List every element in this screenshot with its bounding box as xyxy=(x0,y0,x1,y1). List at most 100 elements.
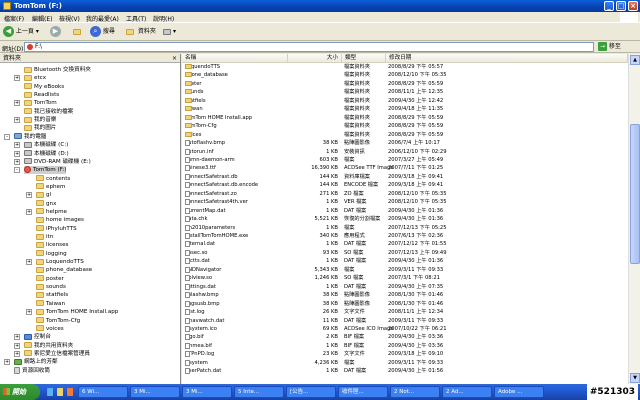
taskbar-button[interactable]: 6 Wi... xyxy=(78,386,128,398)
taskbar-button[interactable]: 收件匣... xyxy=(338,386,388,398)
expand-icon[interactable]: + xyxy=(14,100,20,107)
tree-item[interactable]: + TomTom xyxy=(14,99,57,107)
file-row[interactable]: ttsystem.ico 69 KB ACDSee ICO Image 2007/10… xyxy=(182,325,628,334)
file-row[interactable]: mctts.dat 1 KB DAT 檔案 2009/4/30 上午 01:36 xyxy=(182,258,628,266)
vertical-scrollbar[interactable]: ▲ ▼ xyxy=(628,54,640,384)
file-row[interactable]: pplview.so 1,246 KB SO 檔案 2007/3/1 下午 08:21 xyxy=(182,275,628,283)
minimize-button[interactable]: _ xyxy=(604,1,614,11)
quicklaunch-media[interactable] xyxy=(64,386,73,398)
menu-help[interactable]: 說明(H) xyxy=(153,14,174,23)
expand-icon[interactable]: + xyxy=(14,150,20,157)
close-button[interactable]: × xyxy=(628,1,638,11)
file-row[interactable]: TomTom-Cfg 檔案資料夾 2008/8/29 下午 05:59 xyxy=(182,123,628,131)
menu-file[interactable]: 檔案(F) xyxy=(4,14,24,23)
taskbar-button[interactable]: 2 Ad... xyxy=(442,386,492,398)
tree-item[interactable]: poster xyxy=(36,275,64,283)
column-name[interactable]: 名稱 xyxy=(182,54,288,63)
tree-item[interactable]: + LoquendoTTS xyxy=(26,258,84,266)
file-row[interactable]: TomTom HOME Install.app 檔案資料夾 2008/8/29 下午… xyxy=(182,114,628,123)
file-row[interactable]: ttnavwatch.dat 11 KB DAT 檔案 2009/3/11 下午 09… xyxy=(182,317,628,326)
back-button[interactable]: ◀ 上一頁 ▾ xyxy=(3,26,39,38)
taskbar-button[interactable]: 3 Mi... xyxy=(182,386,232,398)
tree-item[interactable]: 資源回收筒 xyxy=(14,366,50,375)
file-row[interactable]: connectSafetrast.zo 271 KB ZO 檔案 2008/12/10… xyxy=(182,190,628,199)
scroll-up-icon[interactable]: ▲ xyxy=(630,55,640,65)
file-row[interactable]: autorun.inf 1 KB 安裝資訊 2006/12/10 下午 02:29 xyxy=(182,148,628,157)
tree-item[interactable]: + 本機磁碟 (D:) xyxy=(14,150,69,158)
tree-item[interactable]: + 控制台 xyxy=(14,333,51,341)
go-button[interactable]: → 移至 xyxy=(598,42,621,52)
tree-item[interactable]: + 網路上的芳鄰 xyxy=(4,358,58,366)
tree-item[interactable]: My eBooks xyxy=(24,83,64,91)
file-row[interactable]: connectSafetrast4th.ver 1 KB VER 檔案 2008/12… xyxy=(182,199,628,207)
expand-icon[interactable]: + xyxy=(26,309,32,316)
forward-button[interactable]: ▶ xyxy=(50,26,61,38)
menu-view[interactable]: 檢視(V) xyxy=(59,14,80,23)
file-row[interactable]: autoflashv.bmp 38 KB 點陣圖影像 2006/7/4 上午 10:1… xyxy=(182,140,628,148)
scroll-thumb[interactable] xyxy=(630,124,640,264)
column-modified[interactable]: 修改日期 xyxy=(386,54,628,63)
column-type[interactable]: 類型 xyxy=(342,54,386,63)
folders-button[interactable]: 資料夾 xyxy=(126,26,156,38)
tree-item[interactable]: iPhyluhTTS xyxy=(36,225,77,233)
tree-item[interactable]: logging xyxy=(36,250,67,258)
tree-item[interactable]: + 我的共用資料夾 xyxy=(14,342,73,350)
file-row[interactable]: sugsusb.bmp 38 KB 點陣圖影像 2008/1/30 下午 01:46 xyxy=(182,300,628,309)
file-row[interactable]: LoquendoTTS 檔案資料夾 2008/8/29 下午 05:57 xyxy=(182,64,628,72)
menu-favorites[interactable]: 我的最愛(A) xyxy=(86,14,119,23)
file-row[interactable]: voices 檔案資料夾 2008/8/29 下午 05:59 xyxy=(182,131,628,140)
address-input[interactable]: F:\ xyxy=(24,42,594,52)
expand-icon[interactable]: + xyxy=(14,75,20,82)
close-pane-icon[interactable]: × xyxy=(172,54,177,63)
file-row[interactable]: internal.dat 1 KB DAT 檔案 2007/12/12 下午 01:5… xyxy=(182,241,628,249)
file-row[interactable]: settings.dat 1 KB DAT 檔案 2009/4/30 上午 07:35 xyxy=(182,283,628,292)
expand-icon[interactable]: + xyxy=(26,259,32,266)
collapse-icon[interactable]: - xyxy=(14,167,20,174)
taskbar-button[interactable]: 2 Not... xyxy=(390,386,440,398)
tree-item[interactable]: + gl xyxy=(26,191,51,199)
tree-item[interactable]: + TomTom HOME Install.app xyxy=(26,308,118,316)
tree-item[interactable]: itn xyxy=(36,233,53,241)
tree-item[interactable]: licenses xyxy=(36,241,68,249)
file-row[interactable]: Taiwan 檔案資料夾 2009/4/18 上午 11:35 xyxy=(182,106,628,114)
file-row[interactable]: test.log 26 KB 文字文件 2008/11/1 上午 12:34 xyxy=(182,309,628,317)
file-row[interactable]: InstallTomTomHOME.exe 340 KB 應用程式 2007/6/13… xyxy=(182,233,628,241)
taskbar-button[interactable]: 3 Mi... xyxy=(130,386,180,398)
tree-item[interactable]: voices xyxy=(36,325,64,333)
column-size[interactable]: 大小 xyxy=(288,54,342,63)
tree-item[interactable]: Bluetooth 交換資料夾 xyxy=(24,66,91,74)
taskbar-button[interactable]: 5 Inte... xyxy=(234,386,284,398)
tree-item[interactable]: contents xyxy=(36,175,70,183)
file-row[interactable]: CurrentMap.dat 1 KB DAT 檔案 2009/4/30 上午 01:… xyxy=(182,207,628,216)
tree-item[interactable]: home images xyxy=(36,216,84,224)
taskbar-button[interactable]: Adobe ... xyxy=(494,386,544,398)
file-row[interactable]: connectSafetrast.db.encode 144 KB ENCODE 檔… xyxy=(182,182,628,190)
file-row[interactable]: connectSafetrast.db 144 KB 資料庫檔案 2009/3/18 … xyxy=(182,173,628,182)
file-row[interactable]: TTPnPD.log 23 KB 文字文件 2009/3/18 上午 09:10 xyxy=(182,351,628,359)
file-row[interactable]: ttsystem 4,236 KB 檔案 2009/3/11 下午 09:33 xyxy=(182,359,628,368)
tree-item[interactable]: TomTom-Cfg xyxy=(36,317,80,325)
expand-icon[interactable]: + xyxy=(14,142,20,149)
file-row[interactable]: libsec.so 93 KB SO 檔案 2007/12/13 上午 09:49 xyxy=(182,249,628,258)
tree-item[interactable]: + helpme xyxy=(26,208,67,216)
menu-tools[interactable]: 工具(T) xyxy=(126,14,146,23)
tree-item[interactable]: statfiels xyxy=(36,291,68,299)
expand-icon[interactable]: + xyxy=(14,350,20,357)
tree-item[interactable]: + 索尼愛立信檔案管理員 xyxy=(14,350,90,358)
file-row[interactable]: fm2010parameters 1 KB 檔案 2007/12/13 下午 05:2… xyxy=(182,224,628,233)
scroll-down-icon[interactable]: ▼ xyxy=(630,373,640,383)
file-row[interactable]: ttnmea.bif 1 KB BIF 檔案 2009/4/30 上午 03:36 xyxy=(182,342,628,351)
expand-icon[interactable]: + xyxy=(26,208,32,215)
expand-icon[interactable]: + xyxy=(26,192,32,199)
tree-item[interactable]: phone_database xyxy=(36,266,92,274)
up-folder-button[interactable] xyxy=(73,26,83,38)
quicklaunch-desktop[interactable] xyxy=(54,386,63,398)
file-row[interactable]: statfiels 檔案資料夾 2009/4/30 上午 12:42 xyxy=(182,97,628,106)
tree-item[interactable]: sounds xyxy=(36,283,66,291)
start-button[interactable]: 開始 xyxy=(0,384,40,400)
tree-item[interactable]: + 我的音樂 xyxy=(14,116,56,124)
tree-item[interactable]: Taiwan xyxy=(36,300,65,308)
expand-icon[interactable]: + xyxy=(14,342,20,349)
file-row[interactable]: PNDNavigator 5,343 KB 檔案 2009/3/11 下午 09:33 xyxy=(182,266,628,275)
file-row[interactable]: chinese3.ttf 16,390 KB ACDSee TTF Image 200… xyxy=(182,165,628,173)
